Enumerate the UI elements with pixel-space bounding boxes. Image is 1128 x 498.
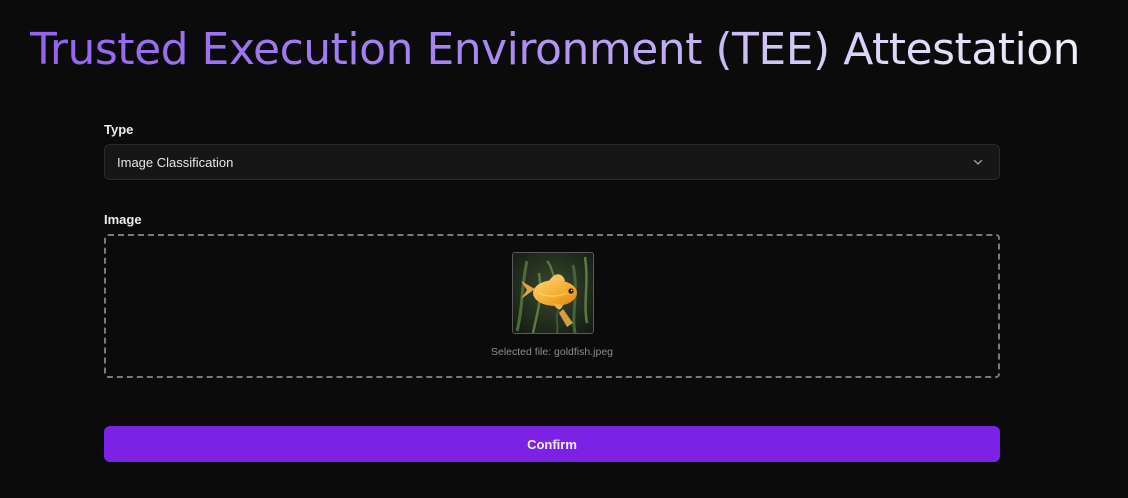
chevron-down-icon: [971, 155, 985, 169]
type-select-value: Image Classification: [117, 154, 234, 170]
selected-file-text: Selected file: goldfish.jpeg: [491, 346, 613, 358]
goldfish-thumbnail: [512, 252, 594, 334]
page-title: Trusted Execution Environment (TEE) Atte…: [30, 22, 1081, 78]
image-dropzone[interactable]: Selected file: goldfish.jpeg: [104, 234, 1000, 378]
type-label: Type: [104, 122, 134, 137]
type-select[interactable]: Image Classification: [104, 144, 1000, 180]
image-label: Image: [104, 212, 142, 227]
confirm-button[interactable]: Confirm: [104, 426, 1000, 462]
tee-attestation-page: Trusted Execution Environment (TEE) Atte…: [0, 0, 1128, 498]
